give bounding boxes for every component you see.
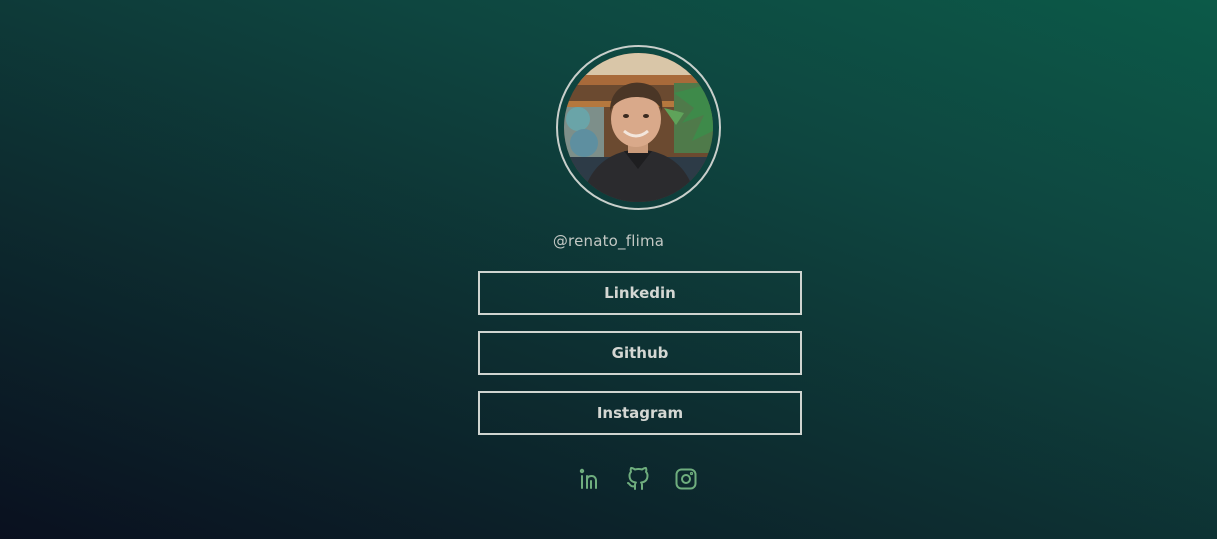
username: @renato_flima (552, 232, 665, 250)
github-button[interactable]: Github (478, 331, 802, 375)
github-icon[interactable] (626, 466, 650, 492)
linkedin-icon[interactable] (578, 466, 602, 492)
instagram-button[interactable]: Instagram (478, 391, 802, 435)
instagram-icon[interactable] (674, 466, 698, 492)
social-icons (578, 466, 698, 492)
avatar-ring (556, 45, 721, 210)
profile-page: @renato_flima Linkedin Github Instagram (0, 0, 1217, 539)
linkedin-button[interactable]: Linkedin (478, 271, 802, 315)
avatar (564, 53, 713, 202)
